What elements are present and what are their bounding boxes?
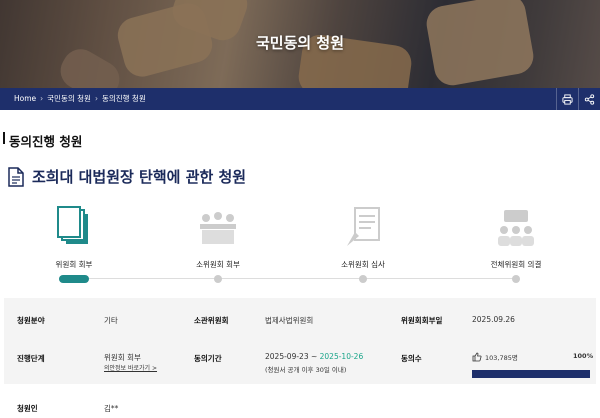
share-icon — [584, 93, 595, 105]
documents-icon — [57, 206, 88, 244]
petition-title: 조희대 대법원장 탄핵에 관한 청원 — [32, 168, 247, 186]
review-document-icon — [347, 207, 380, 246]
agree-progress-bar — [472, 370, 590, 378]
step-label: 소위원회 심사 — [341, 260, 385, 269]
thumbs-up-icon — [472, 352, 482, 362]
step-full-committee-vote: 전체위원회 의결 — [456, 205, 576, 270]
step-indicator — [214, 275, 222, 283]
print-icon — [562, 93, 573, 105]
step-label: 전체위원회 의결 — [490, 260, 542, 269]
progress-steps: 위원회 회부 소위원회 회부 소위원회 심사 전체위원회 의결 — [0, 205, 600, 285]
stage-label: 진행단계 — [17, 354, 45, 363]
petition-heading: 조희대 대법원장 탄핵에 관한 청원 — [8, 166, 246, 187]
chevron-right-icon: › — [40, 94, 44, 103]
step-indicator-active — [59, 275, 89, 283]
petitioner-value: 김** — [104, 404, 119, 413]
step-committee-referral: 위원회 회부 — [14, 205, 134, 270]
petitioner-label: 청원인 — [17, 404, 38, 413]
print-button[interactable] — [556, 88, 578, 110]
step-label: 위원회 회부 — [55, 260, 93, 269]
breadcrumb: Home › 국민동의 청원 › 동의진행 청원 — [14, 93, 146, 104]
breadcrumb-home[interactable]: Home — [14, 94, 36, 103]
step-subcommittee-review: 소위원회 심사 — [303, 205, 423, 270]
bill-info-link[interactable]: 의안정보 바로가기 > — [104, 363, 157, 372]
stage-value: 위원회 회부 — [104, 353, 141, 362]
step-indicator — [512, 275, 520, 283]
period-label: 동의기간 — [194, 354, 222, 363]
period-note: (청원서 공개 이후 30일 이내) — [265, 366, 347, 374]
section-title-bar — [3, 132, 5, 144]
count-label: 동의수 — [401, 354, 422, 363]
step-indicator — [359, 275, 367, 283]
period-start: 2025-09-23 ~ — [265, 352, 320, 361]
breadcrumb-bar: Home › 국민동의 청원 › 동의진행 청원 — [0, 88, 600, 110]
breadcrumb-petitions[interactable]: 국민동의 청원 — [47, 93, 91, 104]
breadcrumb-current[interactable]: 동의진행 청원 — [102, 93, 146, 104]
period-value: 2025-09-23 ~ 2025-10-26 — [265, 352, 363, 361]
agree-count-value: 103,785명 — [485, 354, 518, 362]
hero-title: 국민동의 청원 — [255, 34, 345, 52]
step-label: 소위원회 회부 — [196, 260, 240, 269]
section-title: 동의진행 청원 — [9, 134, 83, 149]
meeting-icon — [200, 212, 236, 244]
committee-label: 소관위원회 — [194, 316, 229, 325]
committee-value: 법제사법위원회 — [265, 316, 314, 325]
progress-percent: 100% — [573, 352, 594, 360]
step-subcommittee-referral: 소위원회 회부 — [158, 205, 278, 270]
share-button[interactable] — [578, 88, 600, 110]
referral-date-label: 위원회회부일 — [401, 316, 443, 325]
document-icon — [8, 166, 24, 187]
period-end: 2025-10-26 — [319, 352, 364, 361]
field-value: 기타 — [104, 316, 118, 325]
step-track — [73, 278, 515, 279]
agree-count: 103,785명 — [472, 352, 518, 362]
referral-date-value: 2025.09.26 — [472, 315, 515, 324]
chevron-right-icon: › — [94, 94, 98, 103]
group-icon — [498, 210, 534, 246]
field-label: 청원분야 — [17, 316, 45, 325]
